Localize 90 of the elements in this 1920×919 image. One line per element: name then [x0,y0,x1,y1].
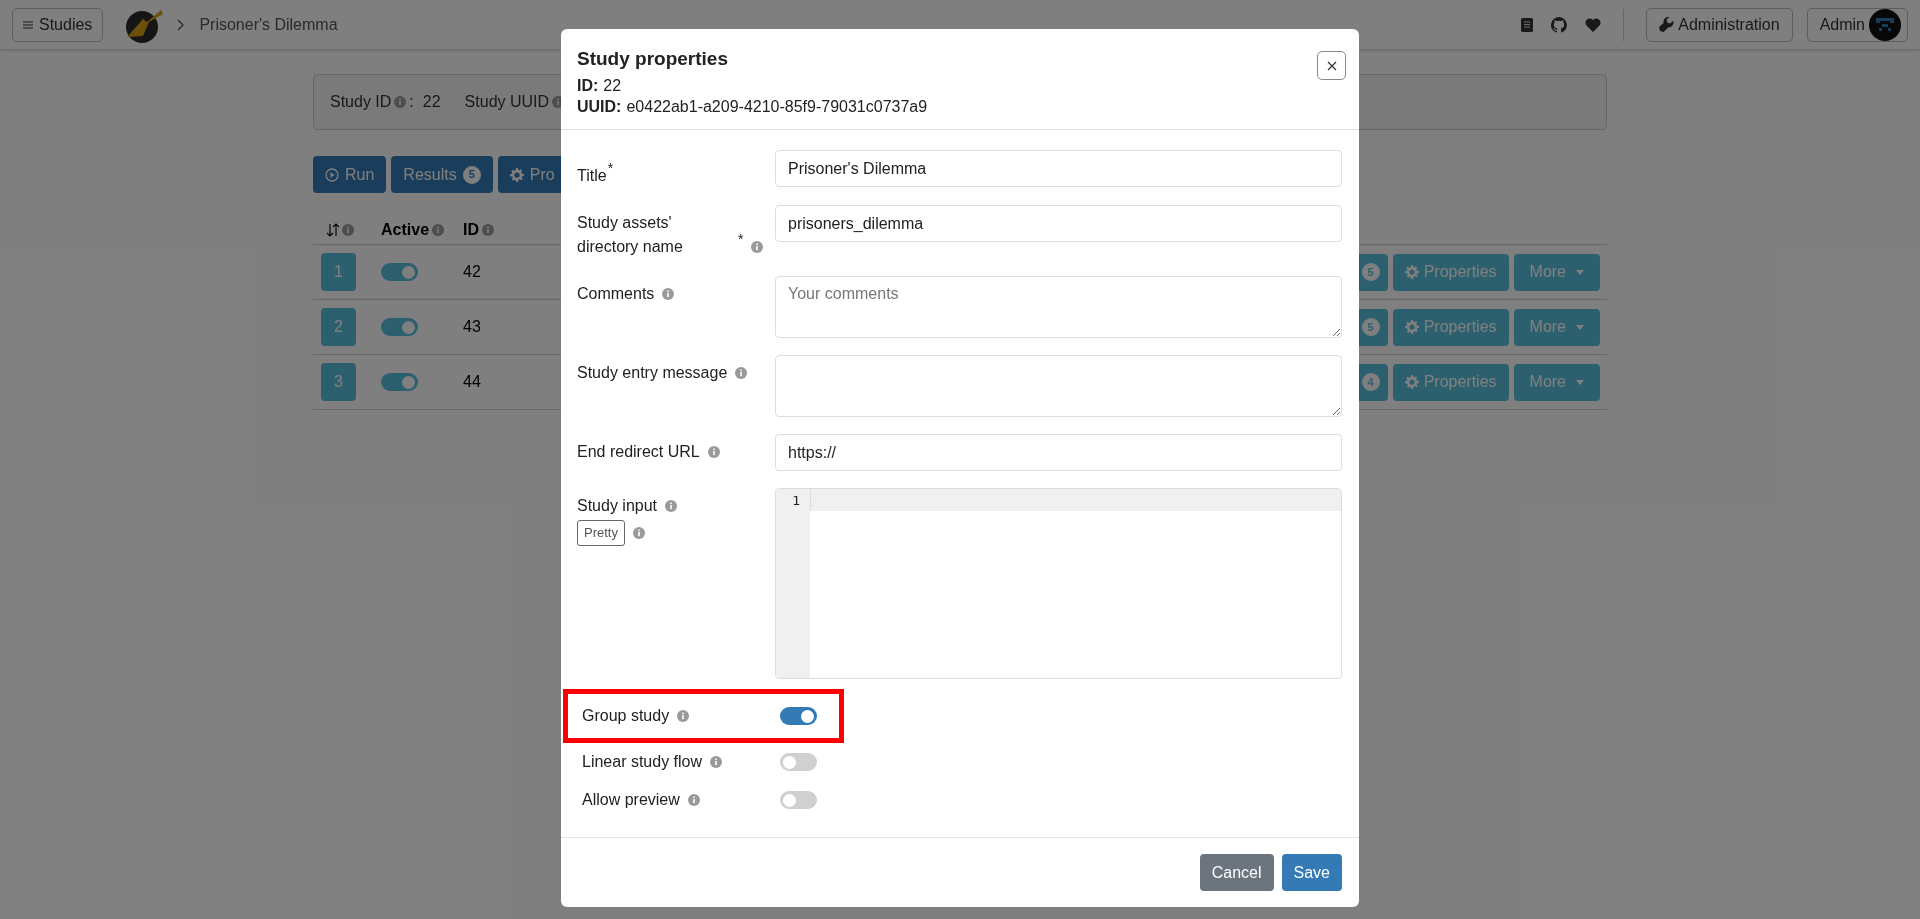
toggle-switch[interactable] [780,753,817,771]
caret-icon [1576,324,1584,330]
field-label: Study assets' directory name [577,213,684,257]
administration-button[interactable]: Administration [1646,7,1793,42]
info-label: Study ID [330,92,392,112]
id-value: 22 [603,76,622,96]
toggle-switch[interactable] [780,707,817,725]
info-icon [662,288,675,300]
info-icon [342,223,354,236]
position-button[interactable]: 2 [321,308,356,346]
gear-icon [1404,375,1419,389]
text-area[interactable]: Your comments [775,276,1342,338]
field-label: End redirect URL [577,442,700,462]
caret-icon [1576,269,1584,275]
switch-label: Allow preview [582,790,680,810]
play-icon [325,167,339,182]
count-badge: 5 [462,165,481,184]
info-icon [677,710,690,722]
info-icon [665,500,678,512]
dialog-title: Study properties [577,47,729,71]
uuid-value: e0422ab1-a209-4210-85f9-79031c0737a9 [626,97,928,117]
more-button[interactable]: More [1513,308,1600,346]
save-button[interactable]: Save [1281,854,1342,891]
chevron-icon [177,18,186,31]
position-button[interactable]: 1 [321,253,356,291]
table-cell-text: 42 [463,262,481,282]
sort-icon[interactable] [326,222,340,237]
info-icon [751,241,764,253]
info-icon [432,223,445,236]
close-button[interactable] [1317,51,1346,80]
info-icon [632,527,645,539]
uuid-label: UUID: [577,97,622,117]
properties-button[interactable]: Properties [1392,253,1509,291]
run-button[interactable]: Run [313,156,387,193]
required-mark: * [738,230,744,249]
count-badge: 5 [1361,318,1380,336]
info-icon [482,223,494,236]
field-label: Study input [577,496,658,516]
field-label: Study entry message [577,363,728,383]
info-icon [394,96,407,108]
field-label: Title [577,166,607,186]
breadcrumb[interactable]: Prisoner's Dilemma [199,12,338,37]
close-icon [1326,60,1337,71]
more-button[interactable]: More [1513,363,1600,401]
toggle-switch[interactable] [381,373,418,391]
more-button[interactable]: More [1513,253,1600,291]
column-header: Active [381,219,430,240]
toggle-switch[interactable] [780,791,817,809]
pretty-button[interactable]: Pretty [577,520,625,546]
cancel-button[interactable]: Cancel [1199,854,1274,891]
field-label: Comments [577,284,655,304]
count-badge: 4 [1361,373,1380,391]
caret-icon [1576,379,1584,385]
required-mark: * [607,159,614,178]
info-separator: : [409,92,414,112]
switch-label: Group study [582,706,670,726]
document-icon[interactable] [1521,17,1534,32]
user-button[interactable]: Admin [1806,7,1908,42]
id-label: ID: [577,76,599,96]
gear-icon [1404,320,1419,334]
info-icon [735,367,748,379]
wrench-icon [1659,17,1675,32]
avatar-icon [1869,8,1901,41]
column-header: ID [463,219,479,240]
toggle-switch[interactable] [381,318,418,336]
line-number: 1 [792,493,800,508]
results-button[interactable]: Results 5 [391,156,493,193]
table-cell-text: 43 [463,317,481,337]
text-field[interactable]: https:// [775,434,1342,471]
menu-icon [23,20,33,29]
info-icon [707,446,720,458]
info-icon [710,756,723,768]
heart-icon[interactable] [1585,17,1602,32]
count-badge: 5 [1361,263,1380,281]
properties-button[interactable]: Properties [1392,308,1509,346]
code-editor[interactable]: 1 [775,488,1342,679]
gear-icon [1404,265,1419,279]
position-button[interactable]: 3 [321,363,356,401]
gear-icon [509,167,524,182]
text-field[interactable]: prisoners_dilemma [775,205,1342,242]
text-field[interactable]: Prisoner's Dilemma [775,150,1342,187]
switch-label: Linear study flow [582,752,703,772]
info-label: Study UUID [464,92,550,112]
toggle-switch[interactable] [381,263,418,281]
info-icon [687,794,700,806]
github-icon[interactable] [1551,16,1568,33]
properties-button[interactable]: Properties [1392,363,1509,401]
menu-button[interactable]: Studies [12,7,104,42]
info-value: 22 [422,92,441,112]
table-cell-text: 44 [463,372,481,392]
